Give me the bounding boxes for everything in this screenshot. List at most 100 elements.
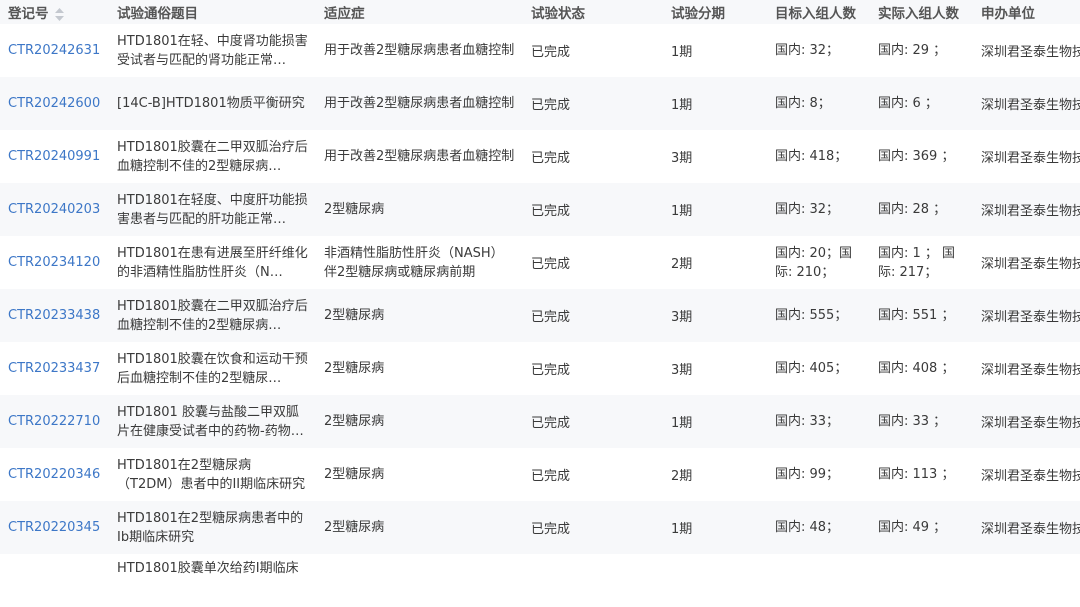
trial-title: HTD1801胶囊单次给药I期临床 [117,561,299,576]
trial-title: HTD1801在轻度、中度肝功能损害患者与匹配的肝功能正常… [117,192,308,227]
col-header-title: 试验通俗题目 [117,6,198,22]
indication: 2型糖尿病 [324,467,385,482]
actual-enrollment: 国内: 33 ； [878,414,947,429]
sponsor: 深圳君圣泰生物技 [981,151,1080,166]
target-enrollment: 国内: 48； [775,520,840,535]
table-header: 登记号 试验通俗题目 适应症 试验状态 试验分期 目标入组人数 实际入组人数 申… [0,0,1080,24]
indication: 非酒精性脂肪性肝炎（NASH）伴2型糖尿病或糖尿病前期 [324,245,504,280]
reg-no-link-text[interactable]: CTR20242631 [8,43,100,58]
reg-no-link-text[interactable]: CTR20220346 [8,467,100,482]
trial-phase: 3期 [671,363,693,378]
indication: 2型糖尿病 [324,414,385,429]
target-enrollment: 国内: 33； [775,414,840,429]
reg-no-link: CTR20242600 [0,96,109,111]
indication: 用于改善2型糖尿病患者血糖控制 [324,149,515,164]
col-header-phase: 试验分期 [671,6,725,22]
table-row[interactable]: CTR20220346 HTD1801在2型糖尿病（T2DM）患者中的II期临床研… [0,448,1080,501]
sponsor: 深圳君圣泰生物技 [981,363,1080,378]
reg-no-link-text[interactable]: CTR20240203 [8,202,100,217]
trial-title: HTD1801胶囊在二甲双胍治疗后血糖控制不佳的2型糖尿病… [117,298,308,333]
trial-phase: 1期 [671,522,693,537]
reg-no-link-text[interactable]: CTR20234120 [8,255,100,270]
actual-enrollment: 国内: 49 ； [878,520,947,535]
sponsor: 深圳君圣泰生物技 [981,469,1080,484]
table-row[interactable]: CTR20233437 HTD1801胶囊在饮食和运动干预后血糖控制不佳的2型糖尿… [0,342,1080,395]
col-header-label: 登记号 [8,6,49,22]
trial-phase: 2期 [671,257,693,272]
trial-status: 已完成 [531,45,571,60]
target-enrollment: 国内: 32； [775,202,840,217]
sort-icon[interactable] [54,7,64,21]
reg-no-link: CTR20220346 [0,467,109,482]
sponsor: 深圳君圣泰生物技 [981,204,1080,219]
indication: 2型糖尿病 [324,202,385,217]
table-row[interactable]: CTR20233438 HTD1801胶囊在二甲双胍治疗后血糖控制不佳的2型糖尿病… [0,289,1080,342]
col-header-sponsor: 申办单位 [981,6,1035,22]
col-header-indication: 适应症 [324,6,365,22]
table-row[interactable]: CTR20240203 HTD1801在轻度、中度肝功能损害患者与匹配的肝功能正常… [0,183,1080,236]
actual-enrollment: 国内: 408 ； [878,361,955,376]
trial-status: 已完成 [531,469,571,484]
trial-phase: 2期 [671,469,693,484]
table-row[interactable]: CTR20234120 HTD1801在患有进展至肝纤维化的非酒精性脂肪性肝炎（N… [0,236,1080,289]
trial-title: HTD1801胶囊在饮食和运动干预后血糖控制不佳的2型糖尿… [117,351,308,386]
sponsor: 深圳君圣泰生物技 [981,98,1080,113]
table-body: CTR20242631 HTD1801在轻、中度肾功能损害受试者与匹配的肾功能正常… [0,24,1080,607]
sponsor: 深圳君圣泰生物技 [981,310,1080,325]
reg-no-link: CTR20220345 [0,520,109,535]
reg-no-link-text[interactable]: CTR20233438 [8,308,100,323]
trial-status: 已完成 [531,310,571,325]
trial-title: HTD1801在患有进展至肝纤维化的非酒精性脂肪性肝炎（N… [117,245,308,280]
table-row[interactable]: CTR20222710 HTD1801 胶囊与盐酸二甲双胍片在健康受试者中的药物-… [0,395,1080,448]
trial-title: HTD1801胶囊在二甲双胍治疗后血糖控制不佳的2型糖尿病… [117,139,308,174]
sponsor: 深圳君圣泰生物技 [981,416,1080,431]
reg-no-link: CTR20240203 [0,202,109,217]
trial-phase: 1期 [671,416,693,431]
indication: 2型糖尿病 [324,361,385,376]
reg-no-link-text[interactable]: CTR20240991 [8,149,100,164]
target-enrollment: 国内: 418； [775,149,848,164]
col-header-target: 目标入组人数 [775,6,856,22]
trial-status: 已完成 [531,416,571,431]
trial-status: 已完成 [531,151,571,166]
sponsor: 深圳君圣泰生物技 [981,257,1080,272]
col-header-reg-no[interactable]: 登记号 [0,2,109,22]
actual-enrollment: 国内: 369 ； [878,149,955,164]
target-enrollment: 国内: 8； [775,96,831,111]
actual-enrollment: 国内: 551 ； [878,308,955,323]
table-row[interactable]: CTR20220345 HTD1801在2型糖尿病患者中的Ib期临床研究 2型糖尿病… [0,501,1080,554]
indication: 用于改善2型糖尿病患者血糖控制 [324,96,515,111]
trial-status: 已完成 [531,204,571,219]
actual-enrollment: 国内: 28 ； [878,202,947,217]
reg-no-link-text[interactable]: CTR20220345 [8,520,100,535]
table-row[interactable]: CTR20242631 HTD1801在轻、中度肾功能损害受试者与匹配的肾功能正常… [0,24,1080,77]
target-enrollment: 国内: 32； [775,43,840,58]
indication: 2型糖尿病 [324,308,385,323]
table-row[interactable]: CTR20240991 HTD1801胶囊在二甲双胍治疗后血糖控制不佳的2型糖尿病… [0,130,1080,183]
trial-title: HTD1801 胶囊与盐酸二甲双胍片在健康受试者中的药物-药物… [117,404,304,439]
actual-enrollment: 国内: 113 ； [878,467,955,482]
target-enrollment: 国内: 99； [775,467,840,482]
trial-status: 已完成 [531,98,571,113]
col-header-actual: 实际入组人数 [878,6,959,22]
trial-status: 已完成 [531,257,571,272]
reg-no-link: CTR20233438 [0,308,109,323]
reg-no-link: CTR20233437 [0,361,109,376]
trial-status: 已完成 [531,522,571,537]
target-enrollment: 国内: 555； [775,308,848,323]
trial-phase: 3期 [671,310,693,325]
indication: 2型糖尿病 [324,520,385,535]
trial-phase: 1期 [671,45,693,60]
trial-phase: 3期 [671,151,693,166]
trial-title: [14C-B]HTD1801物质平衡研究 [117,96,305,111]
reg-no-link-text[interactable]: CTR20242600 [8,96,100,111]
table-row[interactable]: HTD1801胶囊单次给药I期临床 [0,554,1080,607]
trial-phase: 1期 [671,98,693,113]
trial-title: HTD1801在轻、中度肾功能损害受试者与匹配的肾功能正常… [117,33,308,68]
trial-phase: 1期 [671,204,693,219]
reg-no-link-text[interactable]: CTR20233437 [8,361,100,376]
trial-title: HTD1801在2型糖尿病（T2DM）患者中的II期临床研究 [117,457,306,492]
table-row[interactable]: CTR20242600 [14C-B]HTD1801物质平衡研究 用于改善2型糖尿病… [0,77,1080,130]
actual-enrollment: 国内: 6 ； [878,96,938,111]
reg-no-link-text[interactable]: CTR20222710 [8,414,100,429]
